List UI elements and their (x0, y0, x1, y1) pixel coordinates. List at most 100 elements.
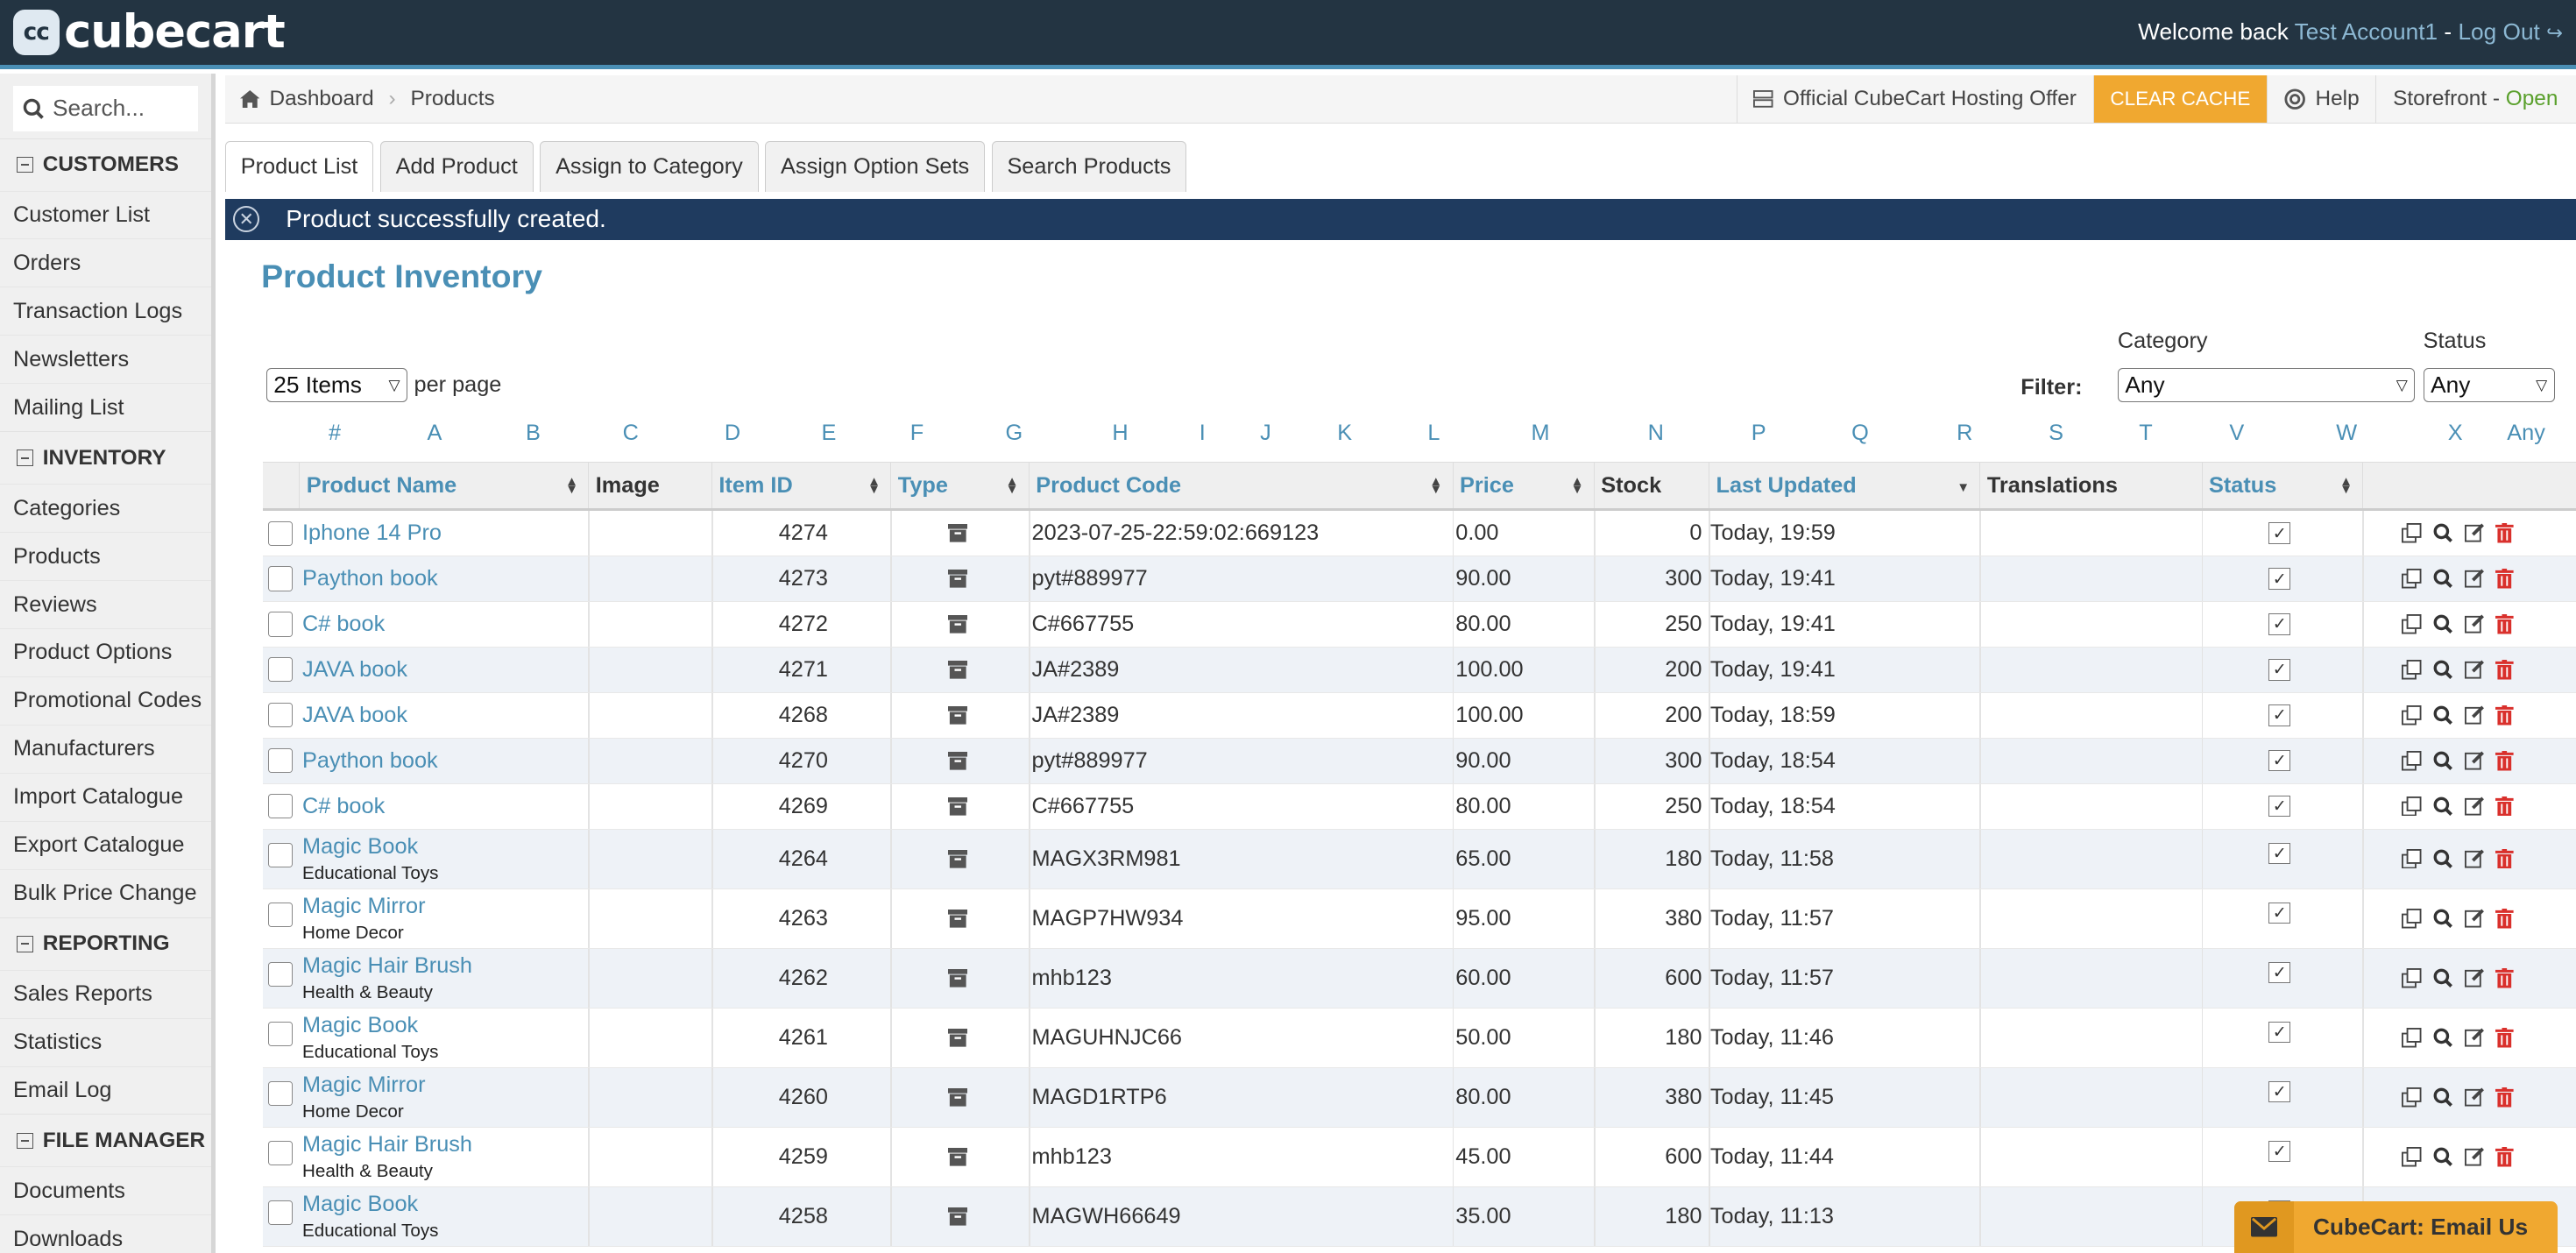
letter-filter-v[interactable]: V (2229, 421, 2244, 446)
breadcrumb-dashboard[interactable]: Dashboard (270, 87, 374, 111)
letter-filter-f[interactable]: F (910, 421, 924, 446)
sidebar-section-reporting[interactable]: REPORTING (0, 917, 211, 970)
hosting-offer-link[interactable]: Official CubeCart Hosting Offer (1736, 74, 2093, 124)
sidebar-item-products[interactable]: Products (0, 532, 211, 580)
letter-filter-l[interactable]: L (1427, 421, 1440, 446)
sidebar-item-categories[interactable]: Categories (0, 484, 211, 532)
header-product-name[interactable]: Product Name ▲ ▼ (299, 462, 588, 509)
search-icon[interactable] (2433, 569, 2453, 589)
row-select-checkbox[interactable] (267, 520, 293, 546)
letter-filter-b[interactable]: B (526, 421, 541, 446)
delete-icon[interactable] (2495, 848, 2514, 869)
clone-icon[interactable] (2402, 848, 2422, 869)
sidebar-search-input[interactable]: Search... (13, 85, 198, 131)
delete-icon[interactable] (2495, 523, 2514, 543)
delete-icon[interactable] (2495, 614, 2514, 634)
row-select-checkbox[interactable] (267, 657, 293, 683)
product-name-link[interactable]: Magic Mirror (302, 1072, 426, 1098)
status-checkbox[interactable]: ✓ (2268, 704, 2290, 726)
product-name-link[interactable]: Magic Hair Brush (302, 953, 472, 979)
product-name-link[interactable]: Paython book (302, 566, 438, 591)
product-name-link[interactable]: JAVA book (302, 703, 407, 728)
account-link[interactable]: Test Account1 (2295, 18, 2438, 45)
letter-filter-p[interactable]: P (1752, 421, 1766, 446)
letter-filter-q[interactable]: Q (1851, 421, 1869, 446)
clone-icon[interactable] (2402, 705, 2422, 726)
letter-filter-r[interactable]: R (1957, 421, 1972, 446)
sidebar-item-customer-list[interactable]: Customer List (0, 190, 211, 239)
product-name-link[interactable]: Magic Book (302, 1192, 438, 1217)
sidebar-item-email-log[interactable]: Email Log (0, 1065, 211, 1115)
product-name-link[interactable]: JAVA book (302, 657, 407, 683)
delete-icon[interactable] (2495, 1028, 2514, 1048)
delete-icon[interactable] (2495, 751, 2514, 771)
edit-icon[interactable] (2464, 1087, 2485, 1108)
sidebar-item-promotional-codes[interactable]: Promotional Codes (0, 676, 211, 725)
clone-icon[interactable] (2402, 751, 2422, 771)
status-checkbox[interactable]: ✓ (2268, 1141, 2290, 1163)
letter-filter-t[interactable]: T (2139, 421, 2152, 446)
clone-icon[interactable] (2402, 796, 2422, 817)
header-type[interactable]: Type ▲ ▼ (890, 462, 1029, 509)
header-status[interactable]: Status ▲ ▼ (2201, 462, 2363, 509)
delete-icon[interactable] (2495, 569, 2514, 589)
edit-icon[interactable] (2464, 569, 2485, 589)
status-checkbox[interactable]: ✓ (2268, 568, 2290, 590)
product-name-link[interactable]: C# book (302, 612, 385, 637)
search-icon[interactable] (2433, 1087, 2453, 1108)
email-us-widget[interactable]: CubeCart: Email Us (2234, 1200, 2558, 1253)
tab-add-product[interactable]: Add Product (379, 141, 534, 193)
clone-icon[interactable] (2402, 909, 2422, 929)
sidebar-item-orders[interactable]: Orders (0, 238, 211, 287)
clone-icon[interactable] (2402, 614, 2422, 634)
clone-icon[interactable] (2402, 968, 2422, 988)
logout-link[interactable]: Log Out (2458, 18, 2539, 45)
sidebar-item-sales-reports[interactable]: Sales Reports (0, 969, 211, 1018)
delete-icon[interactable] (2495, 968, 2514, 988)
delete-icon[interactable] (2495, 909, 2514, 929)
letter-filter-any[interactable]: Any (2507, 421, 2545, 446)
edit-icon[interactable] (2464, 705, 2485, 726)
status-checkbox[interactable]: ✓ (2268, 1021, 2290, 1044)
sidebar-item-bulk-price-change[interactable]: Bulk Price Change (0, 868, 211, 917)
status-checkbox[interactable]: ✓ (2268, 902, 2290, 924)
row-select-checkbox[interactable] (267, 1200, 293, 1226)
clear-cache-button[interactable]: CLEAR CACHE (2092, 74, 2268, 124)
cubecart-logo[interactable]: cc cubecart (13, 5, 286, 59)
edit-icon[interactable] (2464, 1147, 2485, 1167)
letter-filter-a[interactable]: A (428, 421, 442, 446)
delete-icon[interactable] (2495, 705, 2514, 726)
product-name-link[interactable]: C# book (302, 794, 385, 819)
search-icon[interactable] (2433, 523, 2453, 543)
status-checkbox[interactable]: ✓ (2268, 842, 2290, 865)
row-select-checkbox[interactable] (267, 703, 293, 728)
sidebar-item-product-options[interactable]: Product Options (0, 628, 211, 676)
status-checkbox[interactable]: ✓ (2268, 522, 2290, 544)
tab-product-list[interactable]: Product List (224, 141, 374, 193)
sidebar-item-import-catalogue[interactable]: Import Catalogue (0, 772, 211, 821)
tab-assign-to-category[interactable]: Assign to Category (540, 141, 759, 193)
header-product-code[interactable]: Product Code ▲ ▼ (1028, 462, 1453, 509)
letter-filter-hash[interactable]: # (329, 421, 341, 446)
clone-icon[interactable] (2402, 1087, 2422, 1108)
row-select-checkbox[interactable] (267, 902, 293, 927)
letter-filter-j[interactable]: J (1260, 421, 1271, 446)
search-icon[interactable] (2433, 1147, 2453, 1167)
sidebar-item-manufacturers[interactable]: Manufacturers (0, 724, 211, 773)
search-icon[interactable] (2433, 849, 2453, 869)
delete-icon[interactable] (2495, 1147, 2514, 1167)
clone-icon[interactable] (2402, 1028, 2422, 1048)
sidebar-item-documents[interactable]: Documents (0, 1166, 211, 1214)
letter-filter-s[interactable]: S (2049, 421, 2063, 446)
status-checkbox[interactable]: ✓ (2268, 961, 2290, 984)
edit-icon[interactable] (2464, 796, 2485, 817)
sidebar-item-mailing-list[interactable]: Mailing List (0, 383, 211, 431)
per-page-select[interactable]: 25 Items ▽ (265, 368, 407, 403)
letter-filter-x[interactable]: X (2448, 421, 2463, 446)
search-icon[interactable] (2433, 660, 2453, 680)
sidebar-section-customers[interactable]: CUSTOMERS (0, 138, 211, 191)
search-icon[interactable] (2433, 1028, 2453, 1048)
category-filter-select[interactable]: Any ▽ (2117, 368, 2416, 403)
sidebar-section-file-manager[interactable]: FILE MANAGER (0, 1114, 211, 1166)
sidebar-item-reviews[interactable]: Reviews (0, 580, 211, 628)
